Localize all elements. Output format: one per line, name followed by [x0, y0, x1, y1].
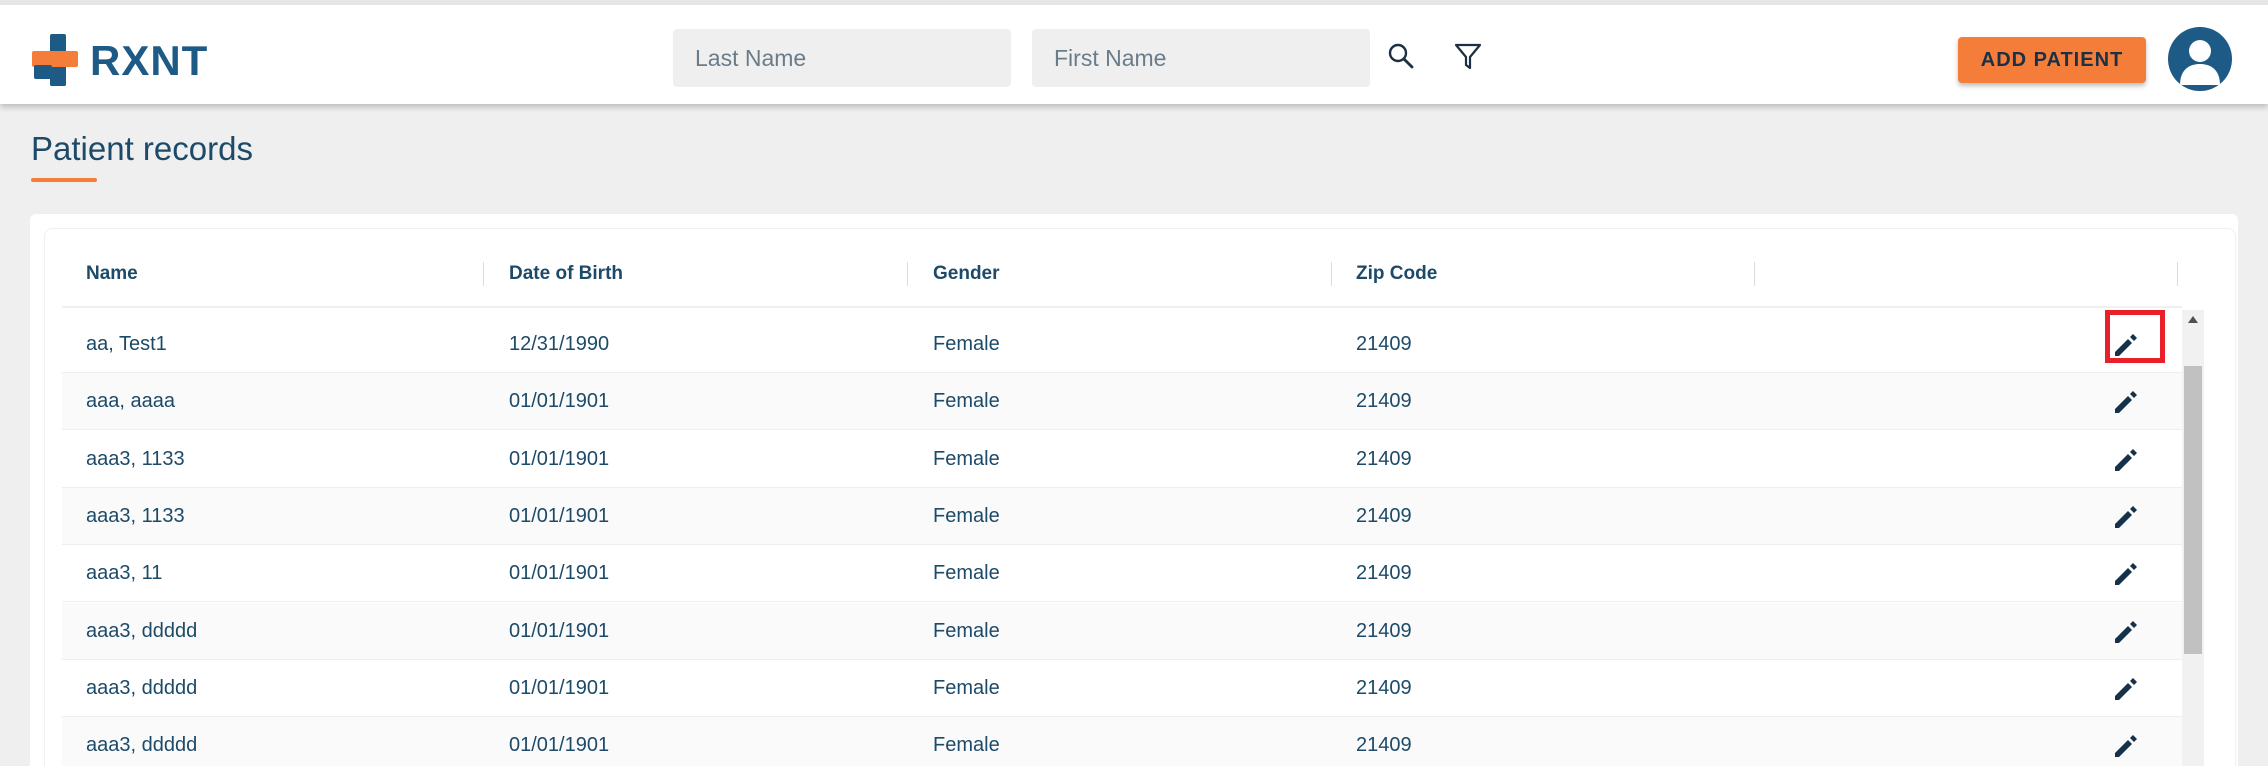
column-header-zip[interactable]: Zip Code [1356, 250, 1437, 298]
pencil-edit-icon[interactable] [2110, 501, 2142, 533]
search-icon[interactable] [1386, 41, 1418, 73]
pencil-edit-icon[interactable] [2110, 730, 2142, 762]
cell-zip: 21409 [1356, 619, 1412, 642]
table-row[interactable]: aaa3, 1133 01/01/1901 Female 21409 [62, 487, 2182, 545]
last-name-input[interactable] [673, 29, 1011, 87]
cell-gender: Female [933, 504, 1000, 527]
cell-gender: Female [933, 333, 1000, 355]
logo-cross-icon [32, 34, 78, 86]
cell-name: aaa3, 1133 [86, 504, 185, 527]
cell-dob: 01/01/1901 [509, 390, 610, 413]
avatar-silhouette-icon [2180, 40, 2220, 85]
column-header-name[interactable]: Name [86, 250, 138, 298]
cell-gender: Female [933, 447, 1000, 470]
cell-gender: Female [933, 390, 1000, 413]
cell-dob: 01/01/1901 [509, 676, 610, 699]
add-patient-button[interactable]: ADD PATIENT [1958, 37, 2146, 83]
cell-zip: 21409 [1356, 390, 1412, 413]
pencil-edit-icon[interactable] [2110, 673, 2142, 705]
column-divider [1331, 262, 1332, 286]
table-row[interactable]: aaa, aaaa 01/01/1901 Female 21409 [62, 373, 2182, 431]
filter-icon[interactable] [1452, 41, 1484, 73]
top-header: RXNT ADD PATIENT [0, 0, 2268, 104]
table-row[interactable]: aaa3, ddddd 01/01/1901 Female 21409 [62, 717, 2182, 766]
first-name-input[interactable] [1032, 29, 1370, 87]
column-divider [1754, 262, 1755, 286]
table-scrollbar[interactable] [2182, 310, 2204, 766]
cell-gender: Female [933, 562, 1000, 585]
cell-name: aa, Test1 [86, 333, 167, 355]
table-row[interactable]: aaa3, 1133 01/01/1901 Female 21409 [62, 431, 2182, 488]
title-underline [31, 178, 97, 182]
cell-zip: 21409 [1356, 734, 1412, 757]
cell-dob: 01/01/1901 [509, 447, 610, 470]
column-header-dob[interactable]: Date of Birth [509, 250, 623, 298]
cell-gender: Female [933, 734, 1000, 757]
pencil-edit-icon[interactable] [2110, 386, 2142, 418]
cell-name: aaa, aaaa [86, 390, 175, 413]
cell-name: aaa3, ddddd [86, 619, 198, 642]
table-body: aa, Test1 12/31/1990 Female 21409 aaa, aaaa 0… [62, 316, 2182, 766]
cell-zip: 21409 [1356, 504, 1412, 527]
cell-name: aaa3, 11 [86, 562, 163, 585]
column-header-gender[interactable]: Gender [933, 250, 1000, 298]
cell-name: aaa3, ddddd [86, 676, 198, 699]
cell-dob: 01/01/1901 [509, 734, 610, 757]
table-row[interactable]: aaa3, ddddd 01/01/1901 Female 21409 [62, 602, 2182, 660]
cell-zip: 21409 [1356, 333, 1412, 355]
scroll-thumb[interactable] [2184, 366, 2202, 654]
cell-dob: 12/31/1990 [509, 333, 610, 355]
cell-name: aaa3, 1133 [86, 447, 185, 470]
scroll-up-arrow-icon[interactable] [2188, 316, 2198, 323]
cell-gender: Female [933, 676, 1000, 699]
page-title: Patient records [31, 130, 253, 167]
cell-zip: 21409 [1356, 562, 1412, 585]
edit-highlight-box [2105, 310, 2165, 363]
pencil-edit-icon[interactable] [2110, 558, 2142, 590]
cell-gender: Female [933, 619, 1000, 642]
brand-name: RXNT [90, 37, 209, 84]
cell-zip: 21409 [1356, 447, 1412, 470]
cell-name: aaa3, ddddd [86, 734, 198, 757]
cell-dob: 01/01/1901 [509, 619, 610, 642]
table-row[interactable]: aaa3, ddddd 01/01/1901 Female 21409 [62, 660, 2182, 717]
table-row[interactable]: aa, Test1 12/31/1990 Female 21409 [62, 316, 2182, 373]
column-divider [483, 262, 484, 286]
cell-dob: 01/01/1901 [509, 504, 610, 527]
rxnt-logo[interactable]: RXNT [32, 31, 222, 87]
column-divider [2177, 262, 2178, 286]
cell-dob: 01/01/1901 [509, 562, 610, 585]
cell-zip: 21409 [1356, 676, 1412, 699]
table-row[interactable]: aaa3, 11 01/01/1901 Female 21409 [62, 545, 2182, 603]
user-avatar-icon[interactable] [2168, 27, 2232, 91]
pencil-edit-icon[interactable] [2110, 444, 2142, 476]
pencil-edit-icon[interactable] [2110, 616, 2142, 648]
table-header: Name Date of Birth Gender Zip Code [62, 250, 2182, 308]
column-divider [907, 262, 908, 286]
